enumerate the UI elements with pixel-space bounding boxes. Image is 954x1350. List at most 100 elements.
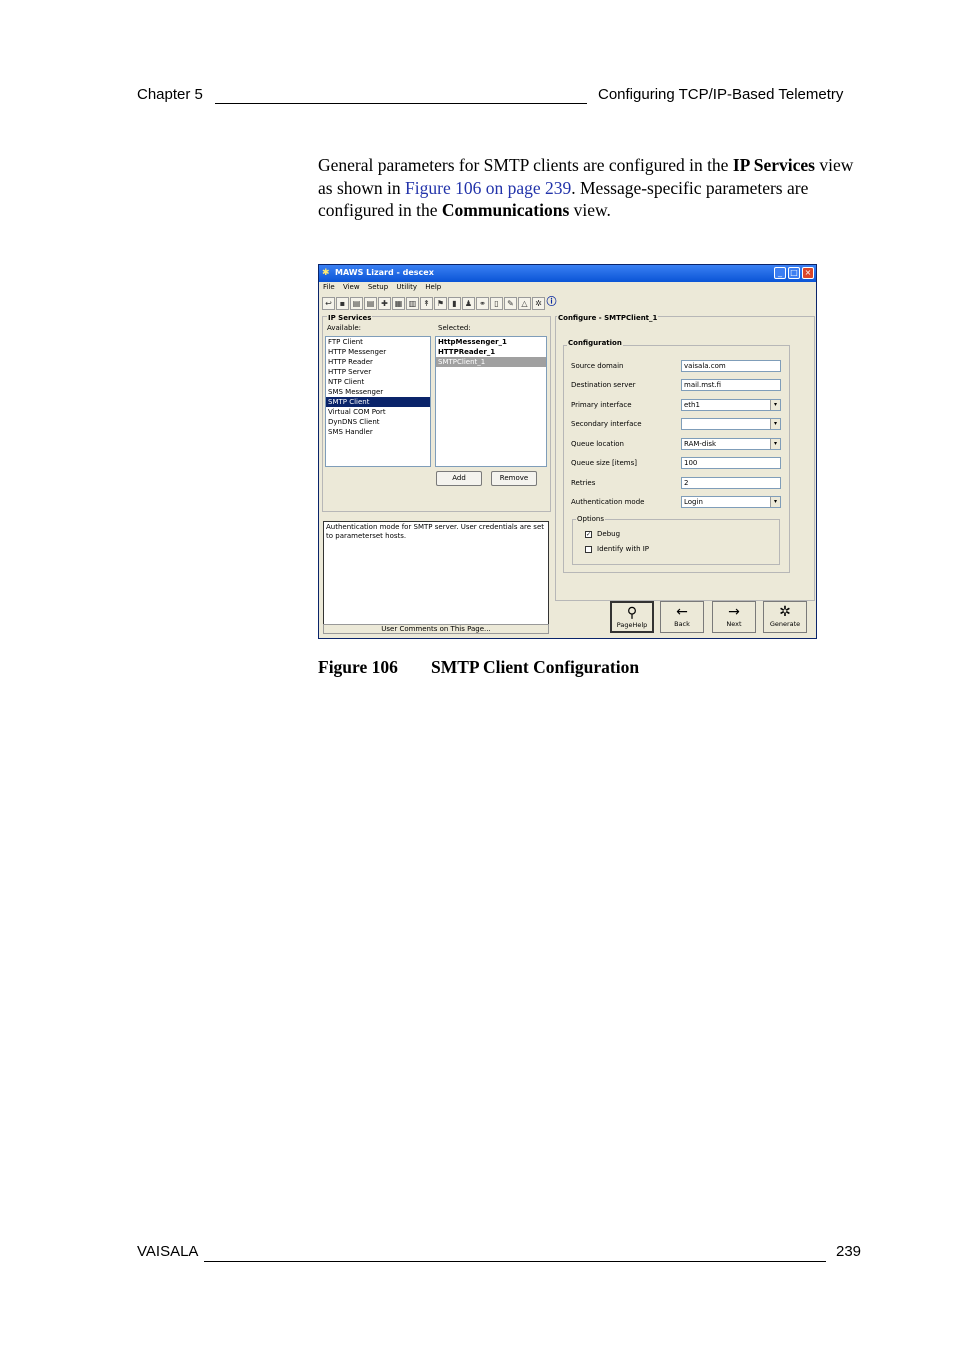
window-title: MAWS Lizard - descex <box>335 268 434 277</box>
help-text-box: Authentication mode for SMTP server. Use… <box>323 521 549 625</box>
source-domain-label: Source domain <box>571 362 624 370</box>
link-icon[interactable]: ⚭ <box>476 297 489 310</box>
add-button[interactable]: Add <box>436 471 482 486</box>
auth-mode-value: Login <box>684 498 703 506</box>
figure-number: Figure 106 <box>318 657 398 677</box>
selected-label: Selected: <box>438 324 471 332</box>
list-item[interactable]: HTTP Server <box>326 367 430 377</box>
menu-view[interactable]: View <box>343 283 360 291</box>
list-item[interactable]: SMS Messenger <box>326 387 430 397</box>
primary-interface-select[interactable]: eth1 ▾ <box>681 399 781 411</box>
device2-icon[interactable]: ▤ <box>364 297 377 310</box>
arrow-right-icon: → <box>728 604 740 620</box>
user-comments-bar[interactable]: User Comments on This Page... <box>323 624 549 634</box>
header-rule <box>215 103 587 104</box>
body-bold-communications: Communications <box>441 200 570 220</box>
list-item[interactable]: HTTP Reader <box>326 357 430 367</box>
remove-button[interactable]: Remove <box>491 471 537 486</box>
next-label: Next <box>726 620 742 628</box>
gears-icon: ✲ <box>779 604 791 620</box>
configure-label: Configure - SMTPClient_1 <box>557 314 659 322</box>
footer-brand: VAISALA <box>137 1243 199 1260</box>
section-title: Configuring TCP/IP-Based Telemetry <box>598 86 844 103</box>
auth-mode-label: Authentication mode <box>571 498 645 506</box>
chart-icon[interactable]: ▥ <box>406 297 419 310</box>
info-icon[interactable]: ⓘ <box>546 297 557 308</box>
menu-utility[interactable]: Utility <box>396 283 417 291</box>
footer-rule <box>204 1261 826 1262</box>
primary-interface-label: Primary interface <box>571 401 632 409</box>
close-button[interactable]: × <box>802 267 814 279</box>
destination-server-input[interactable]: mail.mst.fi <box>681 379 781 391</box>
menu-file[interactable]: File <box>323 283 335 291</box>
maximize-button[interactable]: □ <box>788 267 800 279</box>
page-number: 239 <box>836 1243 862 1260</box>
selected-list[interactable]: HttpMessenger_1 HTTPReader_1 SMTPClient_… <box>435 336 547 467</box>
runner-icon[interactable]: ↟ <box>420 297 433 310</box>
menu-help[interactable]: Help <box>425 283 441 291</box>
pagehelp-button[interactable]: ⚲ PageHelp <box>610 601 654 633</box>
retries-label: Retries <box>571 479 596 487</box>
queue-size-label: Queue size [items] <box>571 459 637 467</box>
bars-icon[interactable]: ▮ <box>448 297 461 310</box>
source-domain-input[interactable]: vaisala.com <box>681 360 781 372</box>
figure-link[interactable]: Figure 106 on page 239 <box>405 178 571 198</box>
destination-server-label: Destination server <box>571 381 636 389</box>
list-item[interactable]: HTTP Messenger <box>326 347 430 357</box>
bell-icon[interactable]: △ <box>518 297 531 310</box>
available-label: Available: <box>327 324 362 332</box>
auth-mode-select[interactable]: Login ▾ <box>681 496 781 508</box>
menu-setup[interactable]: Setup <box>368 283 388 291</box>
secondary-interface-select[interactable]: ▾ <box>681 418 781 430</box>
primary-interface-value: eth1 <box>684 401 700 409</box>
gear-icon[interactable]: ✲ <box>532 297 545 310</box>
chevron-down-icon[interactable]: ▾ <box>770 400 780 410</box>
list-item[interactable]: HTTPReader_1 <box>436 347 546 357</box>
figure-title: SMTP Client Configuration <box>431 657 640 677</box>
device-icon[interactable]: ▤ <box>350 297 363 310</box>
list-item[interactable]: FTP Client <box>326 337 430 347</box>
list-item[interactable]: HttpMessenger_1 <box>436 337 546 347</box>
body-text-4: view. <box>569 200 611 220</box>
undo-icon[interactable]: ↩ <box>322 297 335 310</box>
lizard-app-icon: ✱ <box>322 268 330 278</box>
chip-icon[interactable]: ▪ <box>336 297 349 310</box>
list-item-selected[interactable]: SMTPClient_1 <box>436 357 546 367</box>
debug-checkbox[interactable]: ✓ <box>585 531 592 538</box>
list-item[interactable]: SMS Handler <box>326 427 430 437</box>
body-bold-ip-services: IP Services <box>732 155 815 175</box>
maws-lizard-window: ✱ MAWS Lizard - descex _ □ × File View S… <box>318 264 817 639</box>
flag-icon[interactable]: ⚑ <box>434 297 447 310</box>
queue-size-input[interactable]: 100 <box>681 457 781 469</box>
edit-icon[interactable]: ✎ <box>504 297 517 310</box>
chevron-down-icon[interactable]: ▾ <box>770 497 780 507</box>
grid-icon[interactable]: ▦ <box>392 297 405 310</box>
secondary-interface-label: Secondary interface <box>571 420 642 428</box>
list-item[interactable]: DynDNS Client <box>326 417 430 427</box>
pagehelp-icon: ⚲ <box>626 605 638 621</box>
list-item-selected[interactable]: SMTP Client <box>326 397 430 407</box>
back-button[interactable]: ← Back <box>660 601 704 633</box>
list-item[interactable]: NTP Client <box>326 377 430 387</box>
minimize-button[interactable]: _ <box>774 267 786 279</box>
page-icon[interactable]: ▯ <box>490 297 503 310</box>
retries-input[interactable]: 2 <box>681 477 781 489</box>
queue-location-value: RAM-disk <box>684 440 717 448</box>
network-icon[interactable]: ✚ <box>378 297 391 310</box>
identify-with-ip-checkbox[interactable] <box>585 546 592 553</box>
pagehelp-label: PageHelp <box>616 621 648 629</box>
arrow-left-icon: ← <box>676 604 688 620</box>
generate-button[interactable]: ✲ Generate <box>763 601 807 633</box>
next-button[interactable]: → Next <box>712 601 756 633</box>
chapter-label: Chapter 5 <box>137 86 203 103</box>
list-item[interactable]: Virtual COM Port <box>326 407 430 417</box>
queue-location-label: Queue location <box>571 440 624 448</box>
body-text-1: General parameters for SMTP clients are … <box>318 155 733 175</box>
options-group <box>572 519 780 565</box>
queue-location-select[interactable]: RAM-disk ▾ <box>681 438 781 450</box>
chevron-down-icon[interactable]: ▾ <box>770 419 780 429</box>
figure-caption: Figure 106 SMTP Client Configuration <box>318 657 639 678</box>
people-icon[interactable]: ♟ <box>462 297 475 310</box>
available-list[interactable]: FTP Client HTTP Messenger HTTP Reader HT… <box>325 336 431 467</box>
chevron-down-icon[interactable]: ▾ <box>770 439 780 449</box>
